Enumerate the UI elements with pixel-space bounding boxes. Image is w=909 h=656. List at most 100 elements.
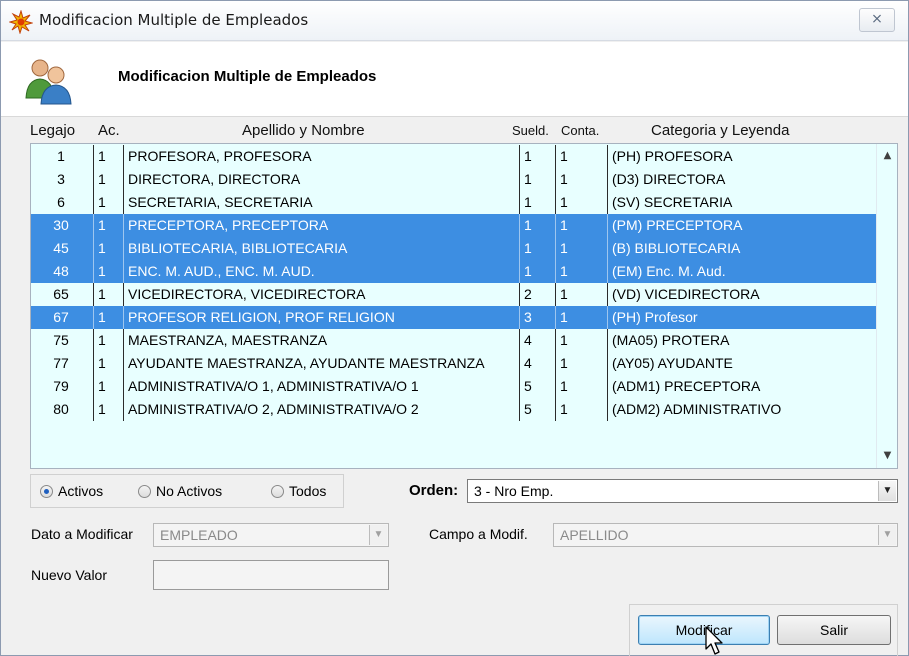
- cell-legajo: 79: [53, 378, 69, 394]
- cell-ac: 1: [93, 237, 123, 260]
- table-row[interactable]: 79 1 ADMINISTRATIVA/O 1, ADMINISTRATIVA/O …: [31, 375, 876, 398]
- cell-ac: 1: [93, 352, 123, 375]
- cell-conta: 1: [555, 214, 607, 237]
- cell-ac: 1: [93, 398, 123, 421]
- cell-conta: 1: [555, 375, 607, 398]
- cell-sueldo: 1: [519, 191, 555, 214]
- cell-categoria: (PM) PRECEPTORA: [607, 214, 875, 237]
- chevron-down-icon[interactable]: ▼: [369, 525, 387, 545]
- cell-nombre: DIRECTORA, DIRECTORA: [123, 168, 517, 191]
- scroll-down-arrow-icon[interactable]: ▼: [877, 446, 897, 466]
- close-icon: ⨯: [871, 11, 883, 27]
- cell-legajo: 45: [53, 240, 69, 256]
- column-header-categoria[interactable]: Categoria y Leyenda: [651, 122, 789, 139]
- cell-sueldo: 1: [519, 260, 555, 283]
- cell-legajo: 6: [57, 194, 65, 210]
- cell-sueldo: 4: [519, 352, 555, 375]
- cell-ac: 1: [93, 168, 123, 191]
- cell-categoria: (ADM1) PRECEPTORA: [607, 375, 875, 398]
- table-row[interactable]: 75 1 MAESTRANZA, MAESTRANZA 4 1 (MA05) PROTER…: [31, 329, 876, 352]
- table-row[interactable]: 77 1 AYUDANTE MAESTRANZA, AYUDANTE MAESTRA…: [31, 352, 876, 375]
- vertical-scrollbar[interactable]: ▲ ▼: [876, 144, 897, 468]
- cell-conta: 1: [555, 306, 607, 329]
- chevron-down-icon[interactable]: ▼: [878, 525, 896, 545]
- cell-sueldo: 3: [519, 306, 555, 329]
- cell-conta: 1: [555, 191, 607, 214]
- cell-nombre: SECRETARIA, SECRETARIA: [123, 191, 517, 214]
- cell-sueldo: 4: [519, 329, 555, 352]
- table-row[interactable]: 48 1 ENC. M. AUD., ENC. M. AUD. 1 1 (EM) Enc.…: [31, 260, 876, 283]
- cell-legajo: 67: [53, 309, 69, 325]
- cell-sueldo: 5: [519, 398, 555, 421]
- cell-ac: 1: [93, 214, 123, 237]
- title-bar[interactable]: Modificacion Multiple de Empleados ⨯: [1, 1, 908, 41]
- column-header-legajo[interactable]: Legajo: [30, 122, 75, 139]
- column-header-ac[interactable]: Ac.: [98, 122, 120, 139]
- cell-categoria: (SV) SECRETARIA: [607, 191, 875, 214]
- chevron-down-icon[interactable]: ▼: [878, 481, 896, 501]
- status-filter: Activos No Activos Todos: [30, 474, 344, 508]
- scroll-up-arrow-icon[interactable]: ▲: [877, 146, 897, 166]
- cell-ac: 1: [93, 306, 123, 329]
- orden-select[interactable]: 3 - Nro Emp. ▼: [467, 479, 898, 503]
- window-title: Modificacion Multiple de Empleados: [39, 11, 309, 29]
- table-row[interactable]: 1 1 PROFESORA, PROFESORA 1 1 (PH) PROFESORA: [31, 145, 876, 168]
- cell-ac: 1: [93, 375, 123, 398]
- cell-ac: 1: [93, 191, 123, 214]
- cell-conta: 1: [555, 352, 607, 375]
- cell-ac: 1: [93, 283, 123, 306]
- cell-nombre: ADMINISTRATIVA/O 2, ADMINISTRATIVA/O 2: [123, 398, 517, 421]
- users-icon: [25, 59, 72, 105]
- cell-legajo: 77: [53, 355, 69, 371]
- orden-value: 3 - Nro Emp.: [474, 483, 554, 499]
- cell-ac: 1: [93, 260, 123, 283]
- table-row[interactable]: 3 1 DIRECTORA, DIRECTORA 1 1 (D3) DIRECTORA: [31, 168, 876, 191]
- radio-todos[interactable]: Todos: [271, 483, 326, 499]
- nuevo-valor-label: Nuevo Valor: [31, 567, 108, 583]
- cell-conta: 1: [555, 283, 607, 306]
- column-header-conta[interactable]: Conta.: [561, 123, 599, 138]
- salir-button[interactable]: Salir: [777, 615, 891, 645]
- campo-select[interactable]: APELLIDO ▼: [553, 523, 898, 547]
- table-row[interactable]: 6 1 SECRETARIA, SECRETARIA 1 1 (SV) SECRETARI…: [31, 191, 876, 214]
- cell-categoria: (VD) VICEDIRECTORA: [607, 283, 875, 306]
- table-row[interactable]: 45 1 BIBLIOTECARIA, BIBLIOTECARIA 1 1 (B) BIB…: [31, 237, 876, 260]
- dialog-header: Modificacion Multiple de Empleados: [1, 42, 908, 117]
- nuevo-valor-input[interactable]: [153, 560, 389, 590]
- cell-nombre: VICEDIRECTORA, VICEDIRECTORA: [123, 283, 517, 306]
- cell-categoria: (AY05) AYUDANTE: [607, 352, 875, 375]
- cell-legajo: 30: [53, 217, 69, 233]
- cell-sueldo: 1: [519, 145, 555, 168]
- dato-select[interactable]: EMPLEADO ▼: [153, 523, 389, 547]
- cell-legajo: 75: [53, 332, 69, 348]
- cell-nombre: PROFESORA, PROFESORA: [123, 145, 517, 168]
- cell-sueldo: 1: [519, 237, 555, 260]
- table-row[interactable]: 30 1 PRECEPTORA, PRECEPTORA 1 1 (PM) PRECEPTO…: [31, 214, 876, 237]
- radio-activos[interactable]: Activos: [40, 483, 103, 499]
- close-button[interactable]: ⨯: [859, 8, 895, 32]
- cell-legajo: 65: [53, 286, 69, 302]
- main-window: Modificacion Multiple de Empleados ⨯ Mod…: [0, 0, 909, 656]
- employee-grid[interactable]: 1 1 PROFESORA, PROFESORA 1 1 (PH) PROFESORA 3 1…: [30, 143, 898, 469]
- cell-conta: 1: [555, 398, 607, 421]
- table-row[interactable]: 65 1 VICEDIRECTORA, VICEDIRECTORA 2 1 (VD) VI…: [31, 283, 876, 306]
- sunburst-icon: [9, 10, 33, 34]
- radio-unchecked-icon: [271, 485, 284, 498]
- cell-legajo: 1: [57, 148, 65, 164]
- cell-categoria: (ADM2) ADMINISTRATIVO: [607, 398, 875, 421]
- cell-ac: 1: [93, 329, 123, 352]
- cell-conta: 1: [555, 145, 607, 168]
- column-header-nombre[interactable]: Apellido y Nombre: [242, 122, 365, 139]
- radio-no-activos[interactable]: No Activos: [138, 483, 222, 499]
- table-row[interactable]: 67 1 PROFESOR RELIGION, PROF RELIGION 3 1 (PH…: [31, 306, 876, 329]
- radio-unchecked-icon: [138, 485, 151, 498]
- column-headers: Legajo Ac. Apellido y Nombre Sueld. Cont…: [30, 120, 898, 142]
- cell-legajo: 3: [57, 171, 65, 187]
- cell-conta: 1: [555, 237, 607, 260]
- cell-legajo: 48: [53, 263, 69, 279]
- column-header-sueldo[interactable]: Sueld.: [512, 123, 549, 138]
- cell-sueldo: 1: [519, 214, 555, 237]
- header-title: Modificacion Multiple de Empleados: [118, 68, 377, 85]
- table-row[interactable]: 80 1 ADMINISTRATIVA/O 2, ADMINISTRATIVA/O …: [31, 398, 876, 421]
- campo-value: APELLIDO: [560, 527, 629, 543]
